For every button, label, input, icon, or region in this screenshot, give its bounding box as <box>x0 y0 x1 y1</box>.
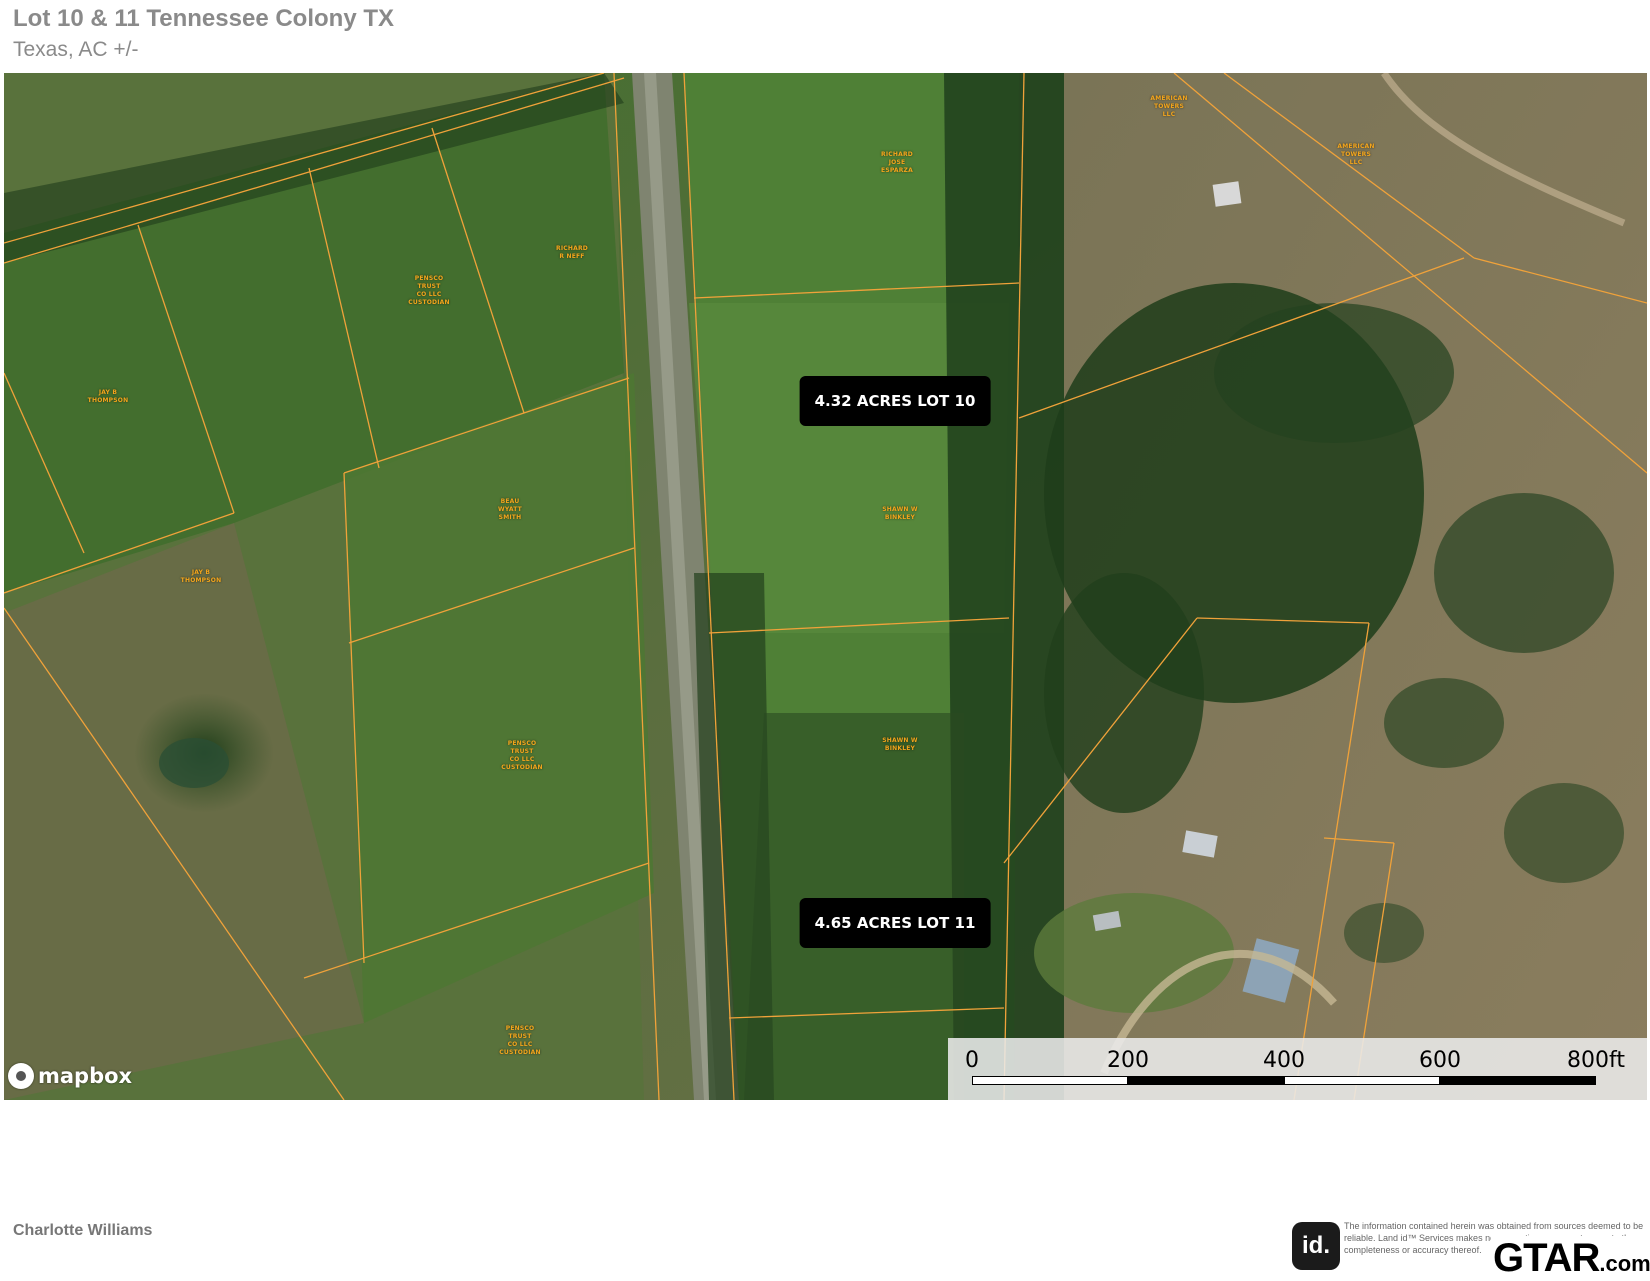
lot-11-label[interactable]: 4.65 ACRES LOT 11 <box>799 898 991 948</box>
scale-tick-200: 200 <box>1107 1048 1149 1073</box>
owner-label-richard-r-neff: RICHARD R NEFF <box>556 245 588 260</box>
lot-10-label[interactable]: 4.32 ACRES LOT 10 <box>799 376 991 426</box>
scale-segment-1 <box>972 1076 1128 1085</box>
scale-tick-0: 0 <box>965 1048 979 1073</box>
owner-label-pensco-trust: PENSCO TRUST CO LLC CUSTODIAN <box>408 275 450 306</box>
scale-segment-3 <box>1284 1076 1440 1085</box>
scale-tick-800ft: 800ft <box>1567 1048 1625 1073</box>
page-subtitle: Texas, AC +/- <box>13 38 139 61</box>
owner-label-jay-b-thompson: JAY B THOMPSON <box>180 569 222 584</box>
scale-segment-2 <box>1128 1076 1284 1085</box>
owner-label-jay-b-thompson: JAY B THOMPSON <box>87 389 129 404</box>
gtar-logo-text: GTAR <box>1493 1236 1600 1280</box>
owner-label-american-towers: AMERICAN TOWERS LLC <box>1150 95 1188 118</box>
mapbox-icon <box>8 1063 34 1089</box>
scale-segment-4 <box>1440 1076 1596 1085</box>
gtar-logo-suffix: .com <box>1599 1251 1650 1276</box>
scale-bar: 0 200 400 600 800ft <box>948 1038 1647 1100</box>
landid-logo-text: id. <box>1302 1232 1330 1259</box>
landid-logo: id. <box>1292 1222 1340 1270</box>
mapbox-wordmark: mapbox <box>38 1064 133 1088</box>
scale-tick-400: 400 <box>1263 1048 1305 1073</box>
owner-label-shawn-w-binkley: SHAWN W BINKLEY <box>882 506 918 521</box>
owner-label-shawn-w-binkley: SHAWN W BINKLEY <box>882 737 918 752</box>
owner-label-beau-wyatt-smith: BEAU WYATT SMITH <box>498 498 522 521</box>
owner-label-richard-jose-esparza: RICHARD JOSE ESPARZA <box>881 151 913 174</box>
owner-label-pensco-trust: PENSCO TRUST CO LLC CUSTODIAN <box>499 1025 541 1056</box>
owner-label-pensco-trust: PENSCO TRUST CO LLC CUSTODIAN <box>501 740 543 771</box>
mapbox-logo[interactable]: mapbox <box>8 1063 132 1089</box>
gtar-logo: GTAR.com <box>1491 1236 1650 1281</box>
agent-name: Charlotte Williams <box>13 1222 153 1239</box>
satellite-map[interactable]: RICHARD JOSE ESPARZA RICHARD R NEFF PENS… <box>4 73 1647 1100</box>
owner-label-american-towers: AMERICAN TOWERS LLC <box>1337 143 1375 166</box>
scale-tick-600: 600 <box>1419 1048 1461 1073</box>
page-title: Lot 10 & 11 Tennessee Colony TX <box>13 5 394 32</box>
